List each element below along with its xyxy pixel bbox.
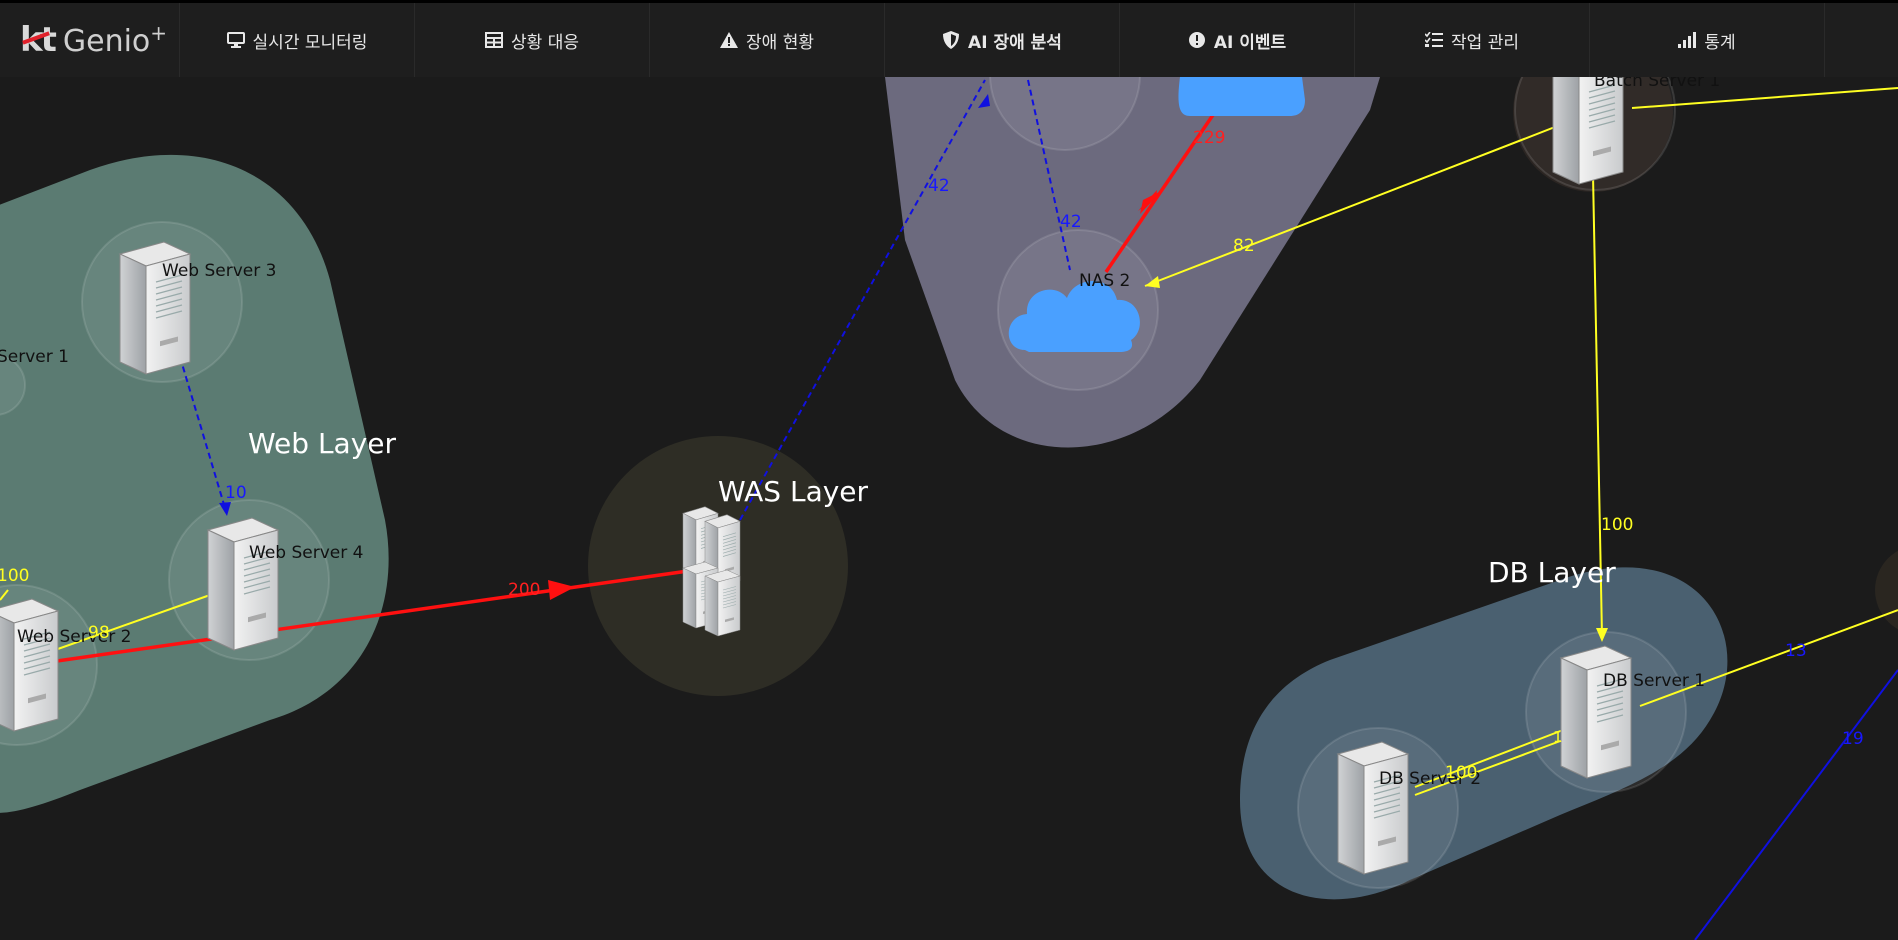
edge-label-left-100: 100: [0, 566, 29, 586]
nav-label: AI 이벤트: [1213, 32, 1287, 53]
node-web-server-2[interactable]: [0, 598, 59, 732]
monitor-icon: [226, 31, 245, 49]
edge-label-nas-down: 42: [1060, 212, 1082, 232]
nav-statistics[interactable]: 통계: [1590, 3, 1825, 77]
nav-label: 실시간 모니터링: [252, 32, 368, 53]
link-right-blue[interactable]: [1694, 669, 1898, 940]
nav-label: 통계: [1704, 32, 1736, 53]
node-label-nas-2: NAS 2: [1079, 271, 1130, 291]
shield-icon: [942, 31, 960, 49]
alert-circle-icon: [1188, 31, 1206, 49]
nav-label: 장애 현황: [746, 32, 814, 53]
node-db-server-2[interactable]: [1337, 741, 1409, 875]
edge-label-db1-right: 13: [1785, 641, 1807, 661]
edge-label-ws3-ws4: 10: [225, 483, 247, 503]
right-edge-halo: [1875, 550, 1898, 630]
nav-realtime-monitoring[interactable]: 실시간 모니터링: [180, 3, 415, 77]
signal-bars-icon: [1678, 31, 1697, 49]
edge-label-nas-up: 229: [1193, 128, 1225, 148]
logo-kt: kt: [20, 20, 57, 60]
edge-label-batch-db: 100: [1601, 515, 1633, 535]
node-web-server-4[interactable]: [207, 517, 279, 651]
edge-label-ws2-ws4: 98: [88, 623, 110, 643]
db-layer-label: DB Layer: [1488, 556, 1616, 589]
edge-label-db1-db2: 100: [1445, 763, 1477, 783]
nav-ai-event[interactable]: AI 이벤트: [1120, 3, 1355, 77]
node-db-server-1[interactable]: [1560, 645, 1632, 779]
nav-label: 상황 대응: [511, 32, 579, 53]
node-label-web-server-4: Web Server 4: [249, 543, 363, 563]
node-label-web-server-1: Server 1: [0, 347, 69, 367]
table-grid-icon: [485, 31, 504, 49]
nav-ai-failure-analysis[interactable]: AI 장애 분석: [885, 3, 1120, 77]
task-list-icon: [1425, 31, 1444, 49]
node-label-web-server-2: Web Server 2: [17, 627, 131, 647]
was-layer-label: WAS Layer: [718, 475, 869, 508]
node-was-cluster[interactable]: [682, 506, 741, 637]
node-cloud-top[interactable]: [1178, 77, 1305, 116]
logo-product: Genio+: [62, 21, 168, 59]
nav-task-management[interactable]: 작업 관리: [1355, 3, 1590, 77]
nav-label: AI 장애 분석: [968, 32, 1062, 53]
warning-triangle-icon: [720, 31, 739, 49]
edge-label-batch-nas: 82: [1233, 236, 1255, 256]
app-logo[interactable]: kt Genio+: [0, 3, 180, 77]
web-layer-label: Web Layer: [248, 427, 397, 460]
node-label-web-server-3: Web Server 3: [162, 261, 276, 281]
nav-situation-response[interactable]: 상황 대응: [415, 3, 650, 77]
top-navigation-bar: kt Genio+ 실시간 모니터링 상황 대응 장애 현황 AI 장애 분석 …: [0, 0, 1898, 77]
edge-label-web-was: 200: [508, 580, 540, 600]
topology-canvas[interactable]: Web Layer WAS Layer DB Layer Server 1 We…: [0, 0, 1898, 940]
edge-label-was-up: 42: [928, 176, 950, 196]
edge-label-db1-small: 1: [1553, 728, 1563, 746]
node-label-db-server-1: DB Server 1: [1603, 671, 1705, 691]
nav-label: 작업 관리: [1451, 32, 1519, 53]
edge-label-right-blue: 19: [1842, 729, 1864, 749]
nav-failure-status[interactable]: 장애 현황: [650, 3, 885, 77]
link-web-was-arrow: [548, 580, 575, 600]
